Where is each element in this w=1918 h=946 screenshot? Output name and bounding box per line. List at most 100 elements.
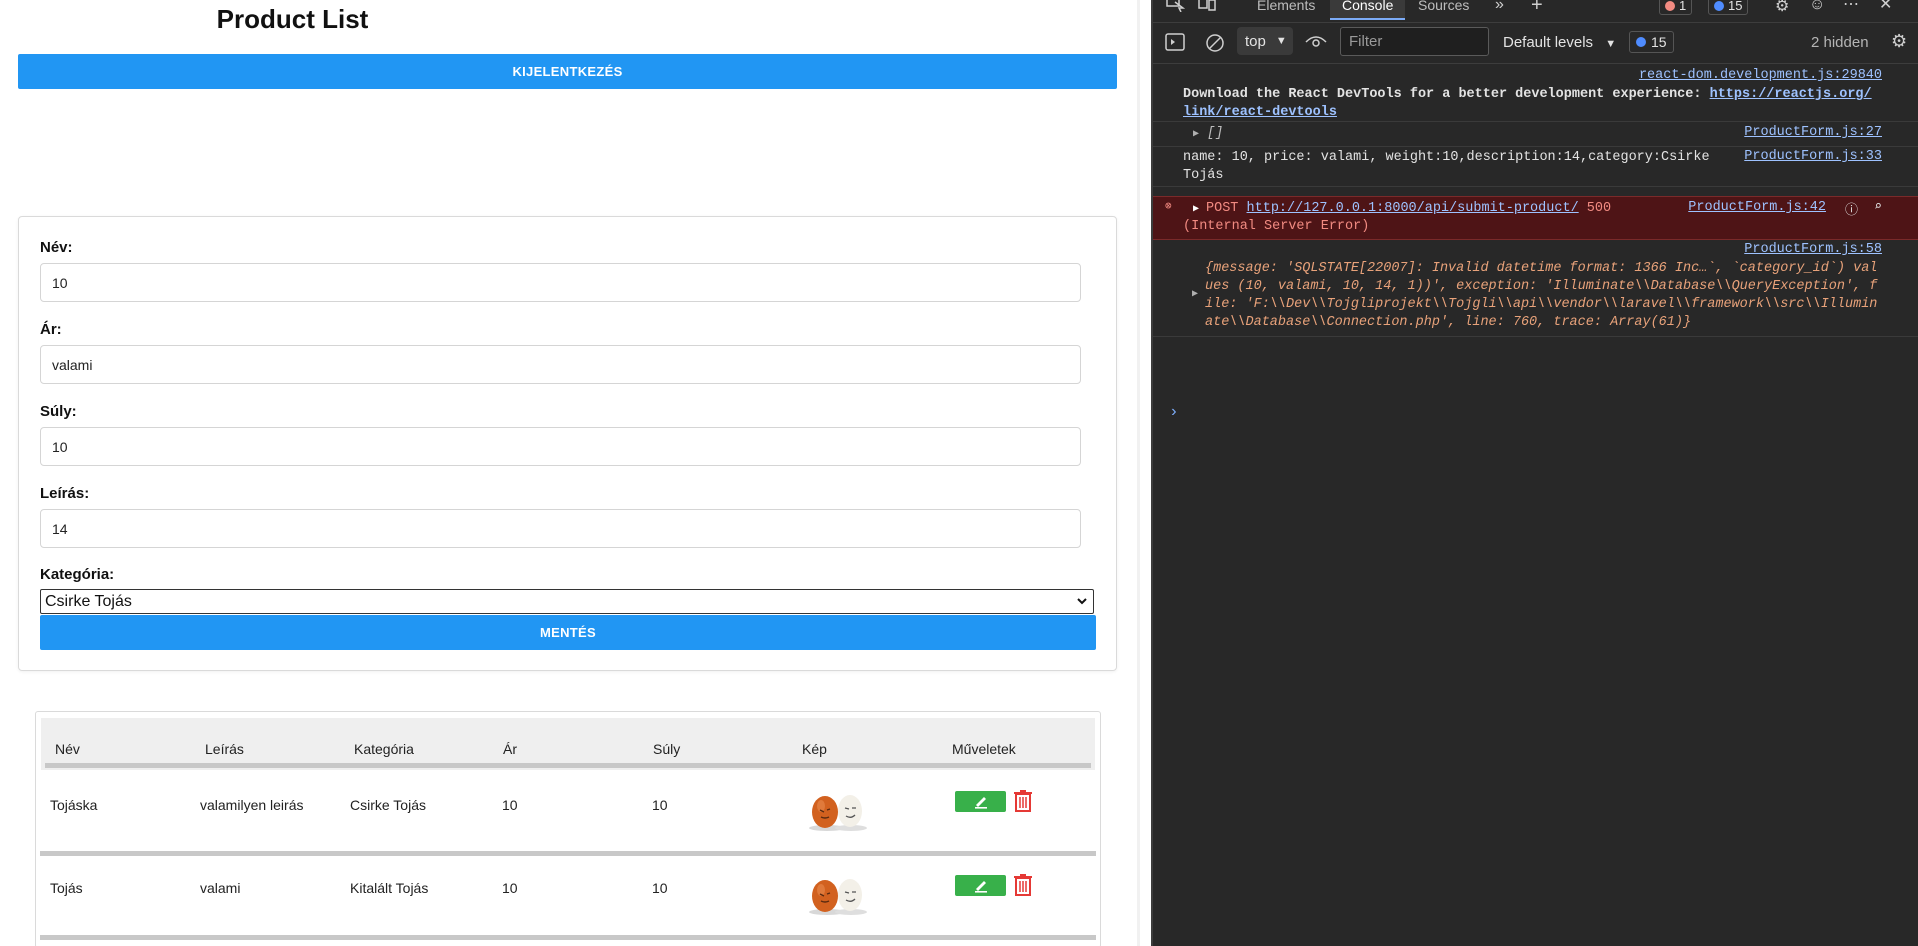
message-text: name: 10, price: valami, weight:10,descr…: [1183, 150, 1710, 165]
cell-weight: 10: [652, 797, 668, 813]
context-select[interactable]: top ▼: [1237, 27, 1293, 55]
live-expression-eye-icon[interactable]: [1305, 34, 1327, 50]
object-preview-line[interactable]: {message: 'SQLSTATE[22007]: Invalid date…: [1205, 260, 1877, 278]
scroll-down-arrow-icon[interactable]: ▼: [1139, 928, 1140, 939]
products-table: Név Leírás Kategória Ár Súly Kép Művelet…: [35, 711, 1101, 946]
description-field[interactable]: 14: [40, 509, 1081, 548]
error-text-continued: (Internal Server Error): [1183, 219, 1370, 234]
more-tabs-icon[interactable]: »: [1495, 0, 1504, 14]
close-icon[interactable]: ✕: [1879, 0, 1892, 14]
weight-label: Súly:: [40, 403, 77, 420]
error-count-badge[interactable]: 1: [1659, 0, 1693, 15]
http-status: 500: [1586, 201, 1612, 216]
tab-sources[interactable]: Sources: [1418, 0, 1469, 14]
more-options-icon[interactable]: ⋯: [1843, 0, 1859, 14]
message-source-link[interactable]: ProductForm.js:58: [1744, 242, 1882, 257]
message-text-continued: Tojás: [1183, 168, 1224, 183]
message-count-badge[interactable]: 15: [1708, 0, 1749, 15]
filter-placeholder: Filter: [1349, 33, 1383, 50]
tab-console[interactable]: Console: [1330, 0, 1406, 20]
price-field[interactable]: valami: [40, 345, 1081, 384]
product-image: [809, 879, 867, 915]
tab-elements[interactable]: Elements: [1257, 0, 1315, 14]
expand-triangle-icon[interactable]: ▶: [1192, 288, 1198, 300]
issues-count: 15: [1651, 34, 1667, 50]
object-preview-line[interactable]: ues (10, valami, 10, 14, 1))', exception…: [1205, 278, 1877, 296]
search-icon[interactable]: ⌕: [1874, 199, 1882, 214]
message-source-link[interactable]: ProductForm.js:33: [1744, 149, 1882, 164]
expand-triangle-icon[interactable]: ▶: [1193, 128, 1199, 140]
explain-icon[interactable]: ⓘ: [1845, 199, 1858, 218]
trash-icon[interactable]: [1014, 790, 1032, 812]
product-image: [809, 795, 867, 831]
console-prompt-icon[interactable]: ›: [1169, 403, 1179, 421]
column-header: Műveletek: [952, 741, 1016, 757]
logout-button[interactable]: KIJELENTKEZÉS: [18, 54, 1117, 89]
chevron-down-icon: ▼: [1275, 35, 1287, 47]
message-text: Download the React DevTools for a better…: [1183, 86, 1872, 104]
name-field[interactable]: 10: [40, 263, 1081, 302]
page-scrollbar[interactable]: ▲ ▼: [1137, 0, 1140, 946]
category-selected-value: Csirke Tojás: [45, 592, 132, 610]
row-divider: [40, 935, 1096, 940]
object-preview-line[interactable]: ate\\Database\\Connection.php', line: 76…: [1205, 314, 1691, 332]
devtools-link[interactable]: https://reactjs.org/: [1710, 87, 1872, 102]
pencil-icon: [974, 880, 987, 893]
save-button[interactable]: MENTÉS: [40, 615, 1096, 650]
console-output: react-dom.development.js:29840 Download …: [1153, 64, 1918, 946]
trash-icon[interactable]: [1014, 874, 1032, 896]
inspect-element-icon[interactable]: [1165, 0, 1185, 12]
feedback-icon[interactable]: ☺: [1809, 0, 1825, 14]
message-source-link[interactable]: react-dom.development.js:29840: [1639, 68, 1882, 83]
message-source-link[interactable]: ProductForm.js:42: [1688, 200, 1826, 215]
cell-category: Kitalált Tojás: [350, 880, 429, 896]
error-icon: [1665, 1, 1675, 11]
expand-triangle-icon[interactable]: ▶: [1193, 203, 1199, 215]
cell-price: 10: [502, 797, 518, 813]
error-count: 1: [1679, 0, 1687, 13]
issues-badge[interactable]: 15: [1629, 31, 1674, 53]
edit-button[interactable]: [955, 875, 1006, 896]
edit-button[interactable]: [955, 791, 1006, 812]
devtools-link-continued[interactable]: link/react-devtools: [1183, 104, 1337, 122]
price-label: Ár:: [40, 321, 62, 338]
description-label: Leírás:: [40, 485, 90, 502]
table-header: Név Leírás Kategória Ár Súly Kép Művelet…: [41, 718, 1095, 770]
cell-name: Tojás: [50, 880, 83, 896]
message-source-link[interactable]: ProductForm.js:27: [1744, 125, 1882, 140]
header-divider: [45, 763, 1091, 768]
weight-field[interactable]: 10: [40, 427, 1081, 466]
devtools-tabbar: Elements Console Sources » + 1 15 ⚙ ☺ ⋯ …: [1153, 0, 1918, 23]
filter-input[interactable]: Filter: [1340, 27, 1489, 56]
column-header: Kategória: [354, 741, 414, 757]
devtools-panel: Elements Console Sources » + 1 15 ⚙ ☺ ⋯ …: [1153, 0, 1918, 946]
column-header: Név: [55, 741, 80, 757]
app-viewport: Product List KIJELENTKEZÉS Név: 10 Ár: v…: [0, 0, 1140, 946]
message-text[interactable]: []: [1207, 125, 1223, 143]
log-levels-label: Default levels: [1503, 34, 1594, 51]
message-text-content: Download the React DevTools for a better…: [1183, 87, 1710, 102]
sidebar-toggle-icon[interactable]: [1165, 33, 1185, 51]
object-preview-line[interactable]: ile: 'F:\\Dev\\Tojgliprojekt\\Tojgli\\ap…: [1205, 296, 1877, 314]
message-count: 15: [1728, 0, 1743, 13]
request-url-link[interactable]: http://127.0.0.1:8000/api/submit-product…: [1247, 201, 1579, 216]
chevron-down-icon: ▼: [1605, 38, 1617, 50]
console-settings-gear-icon[interactable]: ⚙: [1891, 31, 1907, 52]
cell-description: valamilyen leirás: [200, 797, 304, 813]
settings-gear-icon[interactable]: ⚙: [1775, 0, 1789, 16]
cell-category: Csirke Tojás: [350, 797, 426, 813]
device-toolbar-icon[interactable]: [1197, 0, 1217, 12]
log-levels-dropdown[interactable]: Default levels ▼: [1503, 34, 1616, 51]
console-message: ▶ [] ProductForm.js:27: [1153, 122, 1918, 147]
message-icon: [1714, 1, 1724, 11]
clear-console-icon[interactable]: [1205, 33, 1225, 53]
cell-description: valami: [200, 880, 241, 896]
category-select[interactable]: Csirke Tojás: [40, 589, 1094, 614]
column-header: Súly: [653, 741, 681, 757]
console-message: name: 10, price: valami, weight:10,descr…: [1153, 147, 1918, 187]
add-tab-icon[interactable]: +: [1531, 0, 1543, 17]
column-header: Leírás: [205, 741, 244, 757]
chevron-down-icon: [1077, 598, 1087, 605]
hidden-count: 2 hidden: [1811, 34, 1869, 51]
error-text: POST http://127.0.0.1:8000/api/submit-pr…: [1206, 200, 1611, 218]
